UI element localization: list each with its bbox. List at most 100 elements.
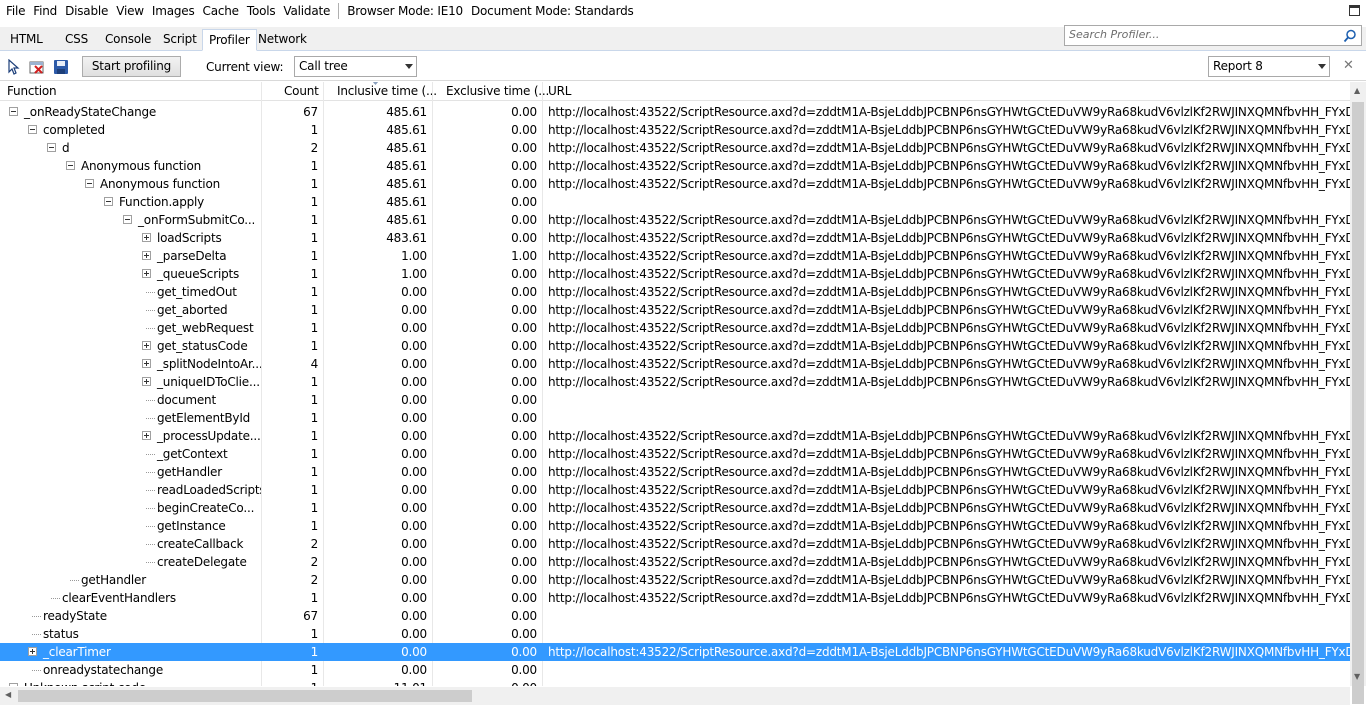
- column-header-url[interactable]: URL: [548, 84, 571, 98]
- tab-css[interactable]: CSS: [59, 29, 94, 51]
- table-row[interactable]: getHandler 1 0.00 0.00 http://localhost:4352…: [0, 463, 1350, 481]
- table-row[interactable]: Unknown script code 1 11.01 0.00: [0, 679, 1350, 686]
- count-cell: 1: [310, 663, 318, 677]
- expand-icon[interactable]: [142, 251, 151, 260]
- table-row[interactable]: onreadystatechange 1 0.00 0.00: [0, 661, 1350, 679]
- table-row[interactable]: _uniqueIDToClie... 1 0.00 0.00 http://localh…: [0, 373, 1350, 391]
- collapse-icon[interactable]: [104, 197, 113, 206]
- exclusive-time-cell: 0.00: [511, 105, 537, 119]
- minimize-icon[interactable]: [1349, 5, 1360, 16]
- table-row[interactable]: Function.apply 1 485.61 0.00: [0, 193, 1350, 211]
- table-row[interactable]: Anonymous function 1 485.61 0.00 http://loca…: [0, 175, 1350, 193]
- tab-script[interactable]: Script: [157, 29, 203, 51]
- collapse-icon[interactable]: [47, 143, 56, 152]
- expand-icon[interactable]: [142, 269, 151, 278]
- close-report-icon[interactable]: ✕: [1343, 58, 1354, 73]
- table-row[interactable]: completed 1 485.61 0.00 http://localhost:435…: [0, 121, 1350, 139]
- table-row[interactable]: createCallback 2 0.00 0.00 http://localhost:…: [0, 535, 1350, 553]
- table-row[interactable]: get_timedOut 1 0.00 0.00 http://localhost:43…: [0, 283, 1350, 301]
- table-row[interactable]: status 1 0.00 0.00: [0, 625, 1350, 643]
- table-row[interactable]: _onFormSubmitCo... 1 485.61 0.00 http://loca…: [0, 211, 1350, 229]
- search-icon[interactable]: [1343, 29, 1357, 43]
- expand-icon[interactable]: [142, 233, 151, 242]
- tab-html[interactable]: HTML: [4, 29, 49, 51]
- menu-disable[interactable]: Disable: [61, 0, 112, 22]
- column-header-inclusive-time[interactable]: Inclusive time (...: [337, 84, 437, 98]
- menu-file[interactable]: File: [2, 0, 29, 22]
- table-row[interactable]: get_webRequest 1 0.00 0.00 http://localhost:…: [0, 319, 1350, 337]
- collapse-icon[interactable]: [9, 683, 18, 686]
- expand-icon[interactable]: [142, 431, 151, 440]
- function-cell: getHandler: [0, 463, 261, 481]
- expand-icon[interactable]: [28, 647, 37, 656]
- table-row[interactable]: document 1 0.00 0.00: [0, 391, 1350, 409]
- function-cell: _processUpdate...: [0, 427, 261, 445]
- scroll-down-icon[interactable]: ▼: [1354, 672, 1360, 681]
- table-row[interactable]: readLoadedScripts 1 0.00 0.00 http://localho…: [0, 481, 1350, 499]
- horizontal-scroll-thumb[interactable]: [18, 690, 472, 702]
- table-row[interactable]: _getContext 1 0.00 0.00 http://localhost:435…: [0, 445, 1350, 463]
- tab-network[interactable]: Network: [252, 29, 313, 51]
- table-row[interactable]: _queueScripts 1 1.00 0.00 http://localhost:4…: [0, 265, 1350, 283]
- scroll-up-icon[interactable]: ▲: [1354, 86, 1360, 95]
- expand-icon[interactable]: [142, 359, 151, 368]
- vertical-scrollbar[interactable]: ▲ ▼: [1350, 82, 1366, 704]
- browser-mode-menu[interactable]: Browser Mode: IE10: [343, 0, 467, 22]
- expand-icon[interactable]: [142, 377, 151, 386]
- select-element-icon[interactable]: [6, 59, 22, 75]
- function-cell: status: [0, 625, 261, 643]
- table-row[interactable]: d 2 485.61 0.00 http://localhost:43522/Scrip…: [0, 139, 1350, 157]
- menu-validate[interactable]: Validate: [279, 0, 334, 22]
- column-header-exclusive-time[interactable]: Exclusive time (...: [446, 84, 549, 98]
- tab-console[interactable]: Console: [99, 29, 157, 51]
- report-value: Report 8: [1213, 59, 1263, 73]
- collapse-icon[interactable]: [85, 179, 94, 188]
- table-row[interactable]: _processUpdate... 1 0.00 0.00 http://localho…: [0, 427, 1350, 445]
- table-row[interactable]: _onReadyStateChange 67 485.61 0.00 http://lo…: [0, 103, 1350, 121]
- count-cell: 1: [310, 303, 318, 317]
- collapse-icon[interactable]: [66, 161, 75, 170]
- menu-view[interactable]: View: [112, 0, 148, 22]
- count-cell: 1: [310, 465, 318, 479]
- table-row[interactable]: createDelegate 2 0.00 0.00 http://localhost:…: [0, 553, 1350, 571]
- horizontal-scrollbar[interactable]: ◀: [0, 687, 1350, 705]
- menu-tools[interactable]: Tools: [243, 0, 280, 22]
- function-name: getHandler: [157, 465, 222, 479]
- search-input[interactable]: Search Profiler...: [1064, 25, 1362, 46]
- table-row[interactable]: Anonymous function 1 485.61 0.00 http://loca…: [0, 157, 1350, 175]
- document-mode-menu[interactable]: Document Mode: Standards: [467, 0, 638, 22]
- collapse-icon[interactable]: [123, 215, 132, 224]
- table-row[interactable]: _parseDelta 1 1.00 1.00 http://localhost:435…: [0, 247, 1350, 265]
- table-row[interactable]: get_aborted 1 0.00 0.00 http://localhost:435…: [0, 301, 1350, 319]
- collapse-icon[interactable]: [9, 107, 18, 116]
- expand-icon[interactable]: [142, 341, 151, 350]
- column-header-count[interactable]: Count: [284, 84, 319, 98]
- table-row[interactable]: _splitNodeIntoAr... 4 0.00 0.00 http://local…: [0, 355, 1350, 373]
- scroll-left-icon[interactable]: ◀: [5, 690, 11, 699]
- table-row[interactable]: readyState 67 0.00 0.00: [0, 607, 1350, 625]
- menu-images[interactable]: Images: [148, 0, 199, 22]
- table-row[interactable]: getHandler 2 0.00 0.00 http://localhost:4352…: [0, 571, 1350, 589]
- collapse-icon[interactable]: [28, 125, 37, 134]
- current-view-select[interactable]: Call tree: [294, 56, 417, 77]
- report-select[interactable]: Report 8: [1208, 56, 1330, 77]
- function-name: _splitNodeIntoAr...: [157, 357, 261, 371]
- column-header-function[interactable]: Function: [7, 84, 57, 98]
- save-icon[interactable]: [53, 59, 69, 75]
- function-cell: _splitNodeIntoAr...: [0, 355, 261, 373]
- table-row[interactable]: get_statusCode 1 0.00 0.00 http://localhost:…: [0, 337, 1350, 355]
- vertical-scroll-thumb[interactable]: [1352, 102, 1364, 704]
- menu-cache[interactable]: Cache: [199, 0, 243, 22]
- table-row[interactable]: loadScripts 1 483.61 0.00 http://localhost:4…: [0, 229, 1350, 247]
- tree-connector: [146, 328, 155, 329]
- start-profiling-button[interactable]: Start profiling: [82, 56, 181, 77]
- exclusive-time-cell: 0.00: [511, 645, 537, 659]
- menu-find[interactable]: Find: [29, 0, 61, 22]
- table-row[interactable]: getElementById 1 0.00 0.00: [0, 409, 1350, 427]
- table-row[interactable]: beginCreateCo... 1 0.00 0.00 http://localhos…: [0, 499, 1350, 517]
- table-row[interactable]: getInstance 1 0.00 0.00 http://localhost:435…: [0, 517, 1350, 535]
- tab-profiler[interactable]: Profiler: [202, 29, 257, 51]
- clear-browser-cache-icon[interactable]: [29, 59, 45, 75]
- table-row[interactable]: _clearTimer 1 0.00 0.00 http://localhost:435…: [0, 643, 1350, 661]
- table-row[interactable]: clearEventHandlers 1 0.00 0.00 http://localh…: [0, 589, 1350, 607]
